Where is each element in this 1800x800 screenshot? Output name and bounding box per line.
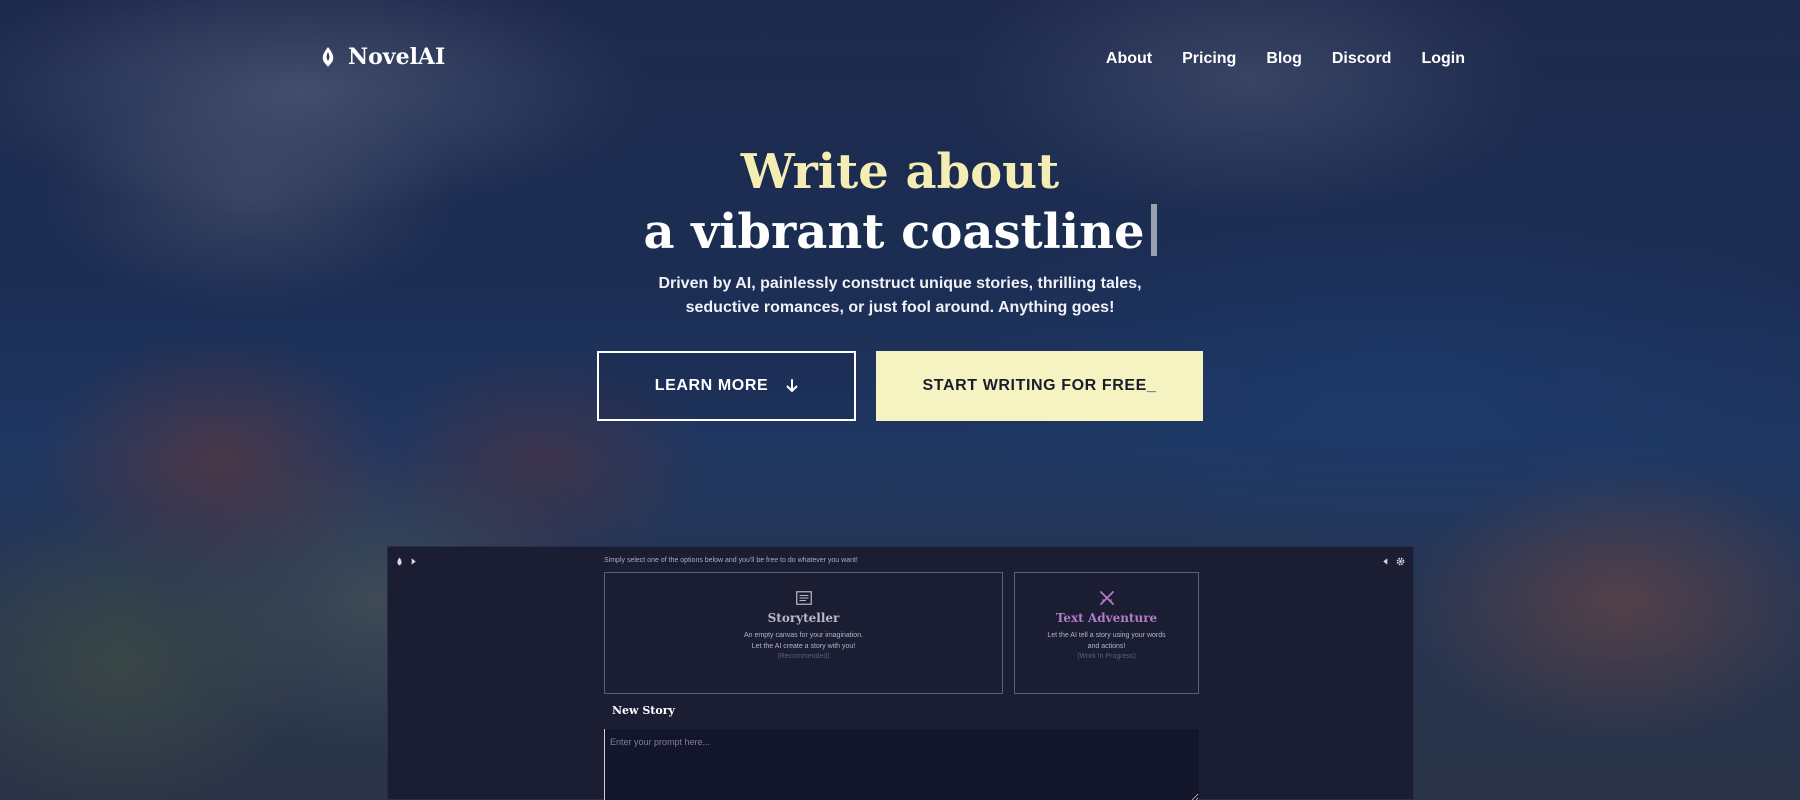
start-writing-button[interactable]: START WRITING FOR FREE_ <box>876 351 1203 421</box>
site-header: NovelAI About Pricing Blog Discord Login <box>0 0 1800 120</box>
storyteller-card[interactable]: Storyteller An empty canvas for your ima… <box>604 572 1003 694</box>
gear-icon[interactable] <box>1396 557 1405 566</box>
text-adventure-desc-line2: and actions! <box>1087 643 1126 650</box>
arrow-down-icon <box>786 379 798 393</box>
text-adventure-card[interactable]: Text Adventure Let the AI tell a story u… <box>1014 572 1199 694</box>
text-adventure-description: Let the AI tell a story using your words… <box>1015 630 1198 652</box>
chevron-right-icon[interactable] <box>409 557 418 566</box>
storyteller-desc-line1: An empty canvas for your imagination. <box>743 632 864 639</box>
storyteller-note: (Recommended) <box>777 653 830 660</box>
hero-title-typed-text: a vibrant coastline <box>643 204 1145 260</box>
text-adventure-desc-line1: Let the AI tell a story using your words <box>1047 632 1166 639</box>
main-nav: About Pricing Blog Discord Login <box>1106 50 1465 68</box>
novelai-mini-icon[interactable] <box>395 557 404 566</box>
hero-subtitle: Driven by AI, painlessly construct uniqu… <box>0 272 1800 320</box>
nav-blog[interactable]: Blog <box>1266 50 1302 68</box>
learn-more-button[interactable]: LEARN MORE <box>597 351 856 421</box>
novelai-quill-icon <box>322 47 334 67</box>
hero-subtitle-line1: Driven by AI, painlessly construct uniqu… <box>658 275 1142 292</box>
prompt-input[interactable] <box>604 729 1199 800</box>
brand-name: NovelAI <box>348 44 446 70</box>
nav-discord[interactable]: Discord <box>1332 50 1392 68</box>
new-story-heading: New Story <box>612 704 675 717</box>
text-adventure-note: (Work In Progress) <box>1077 653 1136 660</box>
storyteller-title: Storyteller <box>767 611 840 625</box>
preview-left-controls <box>395 557 418 566</box>
hero-title-line1: Write about <box>740 144 1060 200</box>
brand-link[interactable]: NovelAI <box>318 44 445 70</box>
nav-about[interactable]: About <box>1106 50 1152 68</box>
hero-title-line2: a vibrant coastline <box>0 204 1800 260</box>
learn-more-label: LEARN MORE <box>654 377 769 394</box>
preview-hint: Simply select one of the options below a… <box>604 557 858 564</box>
document-lines-icon <box>795 591 812 605</box>
storyteller-desc-line2: Let the AI create a story with you! <box>751 643 856 650</box>
crossed-swords-icon <box>1099 591 1114 605</box>
typing-cursor <box>1150 204 1157 256</box>
app-preview: Simply select one of the options below a… <box>387 546 1414 800</box>
storyteller-description: An empty canvas for your imagination. Le… <box>605 630 1002 652</box>
chevron-left-icon[interactable] <box>1381 557 1390 566</box>
preview-right-controls <box>1381 557 1405 566</box>
text-adventure-title: Text Adventure <box>1055 611 1158 625</box>
hero-subtitle-line2: seductive romances, or just fool around.… <box>685 299 1115 316</box>
nav-login[interactable]: Login <box>1421 50 1465 68</box>
nav-pricing[interactable]: Pricing <box>1182 50 1236 68</box>
